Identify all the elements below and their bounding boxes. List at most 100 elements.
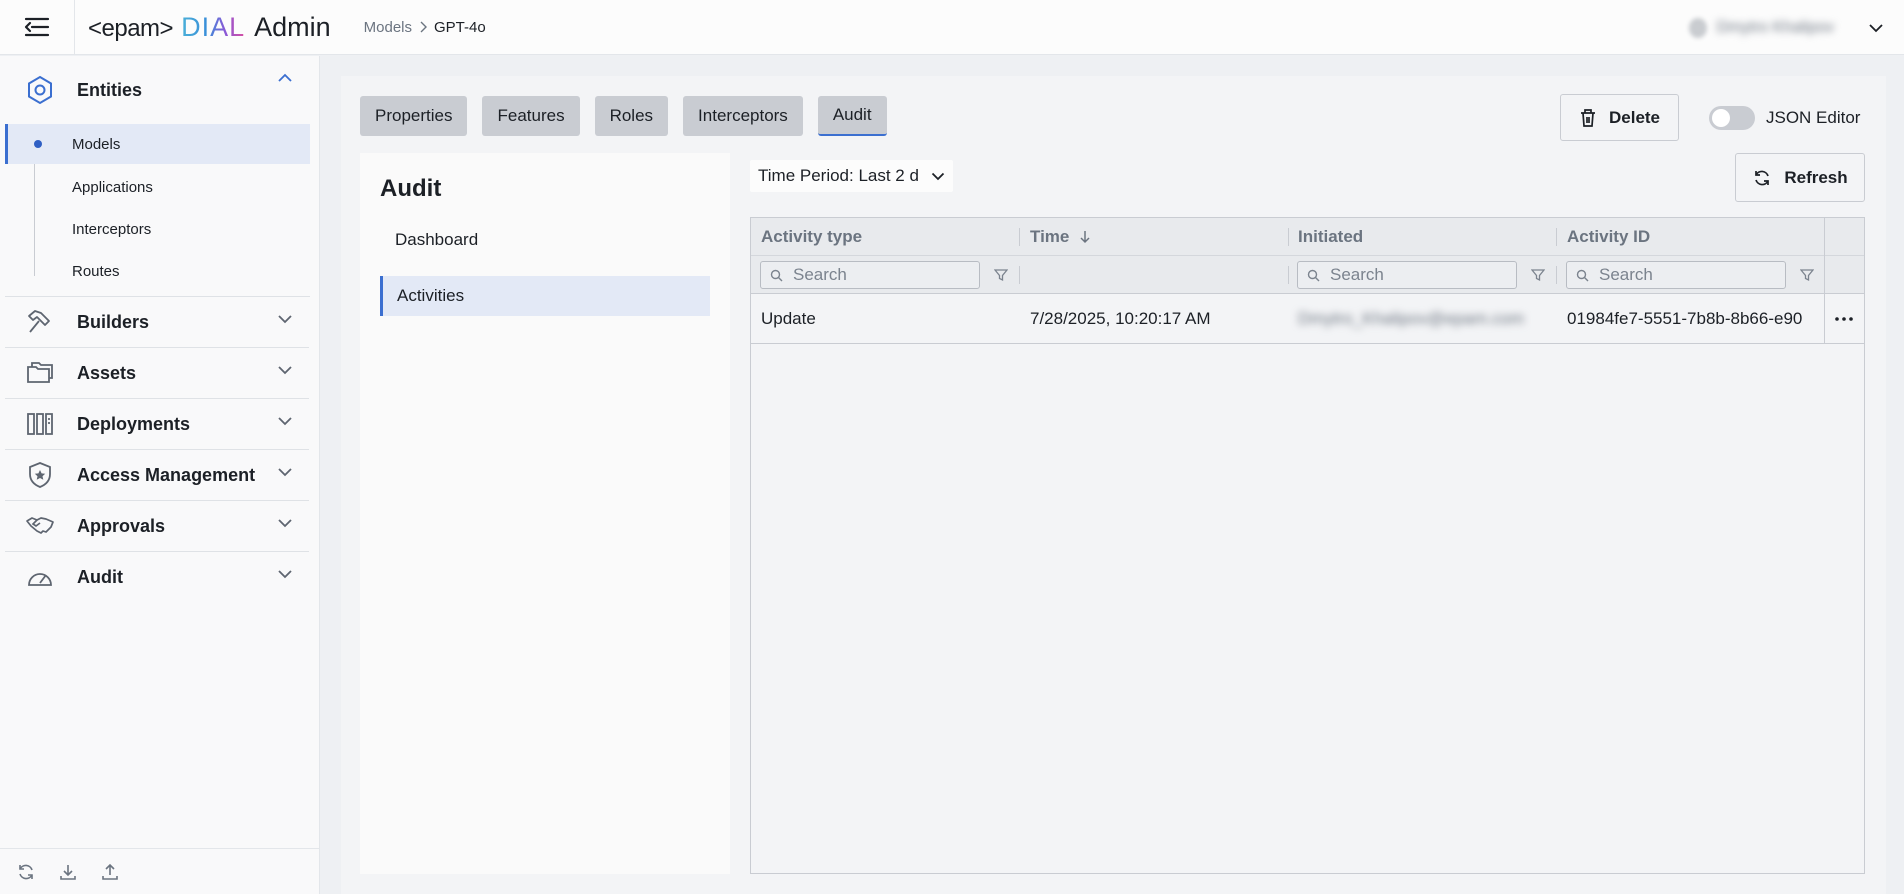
filter-icon[interactable]: [994, 268, 1008, 282]
column-header-time[interactable]: Time: [1030, 218, 1091, 256]
sidebar-section-label: Entities: [77, 79, 143, 100]
column-resize-handle[interactable]: [1288, 228, 1289, 246]
deployments-icon: [25, 409, 55, 439]
sidebar-section-approvals[interactable]: Approvals: [5, 501, 309, 552]
trash-icon: [1580, 108, 1595, 127]
sidebar-item-interceptors[interactable]: Interceptors: [5, 208, 310, 250]
column-divider: [1288, 266, 1289, 284]
menu-toggle-button[interactable]: [0, 0, 75, 55]
user-name: Dmytro Khalipov: [1716, 18, 1834, 36]
column-label: Activity type: [761, 227, 863, 246]
column-label: Time: [1030, 227, 1070, 246]
sidebar-section-access-management[interactable]: Access Management: [5, 450, 309, 501]
upload-icon[interactable]: [100, 862, 120, 882]
switch-knob: [1712, 109, 1730, 127]
chevron-down-icon: [278, 519, 292, 528]
chevron-down-icon: [931, 172, 945, 180]
active-dot-icon: [34, 140, 42, 148]
sidebar-item-label: Routes: [72, 262, 120, 280]
sidebar-section-assets[interactable]: Assets: [5, 348, 309, 399]
handshake-icon: [25, 511, 55, 541]
search-icon: [1576, 269, 1589, 281]
sidebar-section-audit[interactable]: Audit: [5, 552, 309, 603]
search-placeholder: Search: [1599, 265, 1653, 284]
sort-descending-icon: [1080, 231, 1090, 244]
column-divider: [1556, 266, 1557, 284]
chevron-down-icon: [278, 468, 292, 477]
tab-audit[interactable]: Audit: [817, 96, 887, 136]
column-label: Initiated: [1298, 227, 1364, 246]
sidebar-item-routes[interactable]: Routes: [5, 250, 310, 292]
chevron-down-icon: [278, 366, 292, 375]
initiated-search-input[interactable]: Search: [1297, 261, 1517, 289]
cell-activity-id: 01984fe7-5551-7b8b-8b66-e90: [1567, 309, 1803, 328]
audit-nav-activities[interactable]: Activities: [380, 276, 710, 316]
sidebar-section-label: Deployments: [77, 413, 191, 434]
hexagon-icon: [25, 75, 55, 105]
gauge-icon: [25, 563, 55, 593]
user-menu[interactable]: Dmytro Khalipov: [1688, 0, 1884, 55]
table-row[interactable]: Update 7/28/2025, 10:20:17 AM Dmytro_Kha…: [751, 294, 1864, 344]
activity-type-search-input[interactable]: Search: [760, 261, 980, 289]
table-filter-row: Search Search Search: [751, 256, 1864, 294]
sidebar-item-models[interactable]: Models: [5, 124, 310, 164]
column-resize-handle[interactable]: [1556, 228, 1557, 246]
delete-button[interactable]: Delete: [1560, 94, 1679, 141]
column-header-activity-type[interactable]: Activity type: [761, 218, 862, 256]
shield-star-icon: [25, 460, 55, 490]
reload-icon[interactable]: [16, 862, 36, 882]
refresh-icon: [1755, 170, 1770, 185]
app-logo[interactable]: <epam> DIAL Admin: [88, 12, 331, 43]
sidebar-section-label: Approvals: [77, 515, 166, 536]
column-divider: [1019, 266, 1020, 284]
breadcrumb-current: GPT-4o: [434, 18, 486, 36]
sidebar-section-builders[interactable]: Builders: [5, 297, 309, 348]
sidebar-section-label: Access Management: [77, 464, 256, 485]
breadcrumb: Models GPT-4o: [364, 19, 486, 36]
user-avatar-icon: [1688, 17, 1707, 38]
sidebar-section-entities[interactable]: Entities: [5, 56, 309, 124]
entity-tabs: Properties Features Roles Interceptors A…: [360, 96, 887, 136]
sidebar-item-applications[interactable]: Applications: [5, 166, 310, 208]
search-icon: [770, 269, 783, 281]
chevron-up-icon: [278, 73, 292, 82]
column-header-activity-id[interactable]: Activity ID: [1567, 218, 1650, 256]
sidebar-section-label: Audit: [77, 567, 123, 587]
main-content: Properties Features Roles Interceptors A…: [341, 76, 1886, 894]
sidebar-footer: [0, 848, 319, 894]
folders-icon: [25, 358, 55, 388]
tab-properties[interactable]: Properties: [360, 96, 468, 136]
chevron-right-icon: [420, 21, 427, 33]
column-header-initiated[interactable]: Initiated: [1298, 218, 1363, 256]
json-editor-switch[interactable]: [1709, 106, 1755, 130]
cell-activity-type: Update: [761, 309, 816, 328]
logo-admin: Admin: [254, 11, 331, 42]
audit-nav-dashboard[interactable]: Dashboard: [395, 230, 478, 250]
filter-icon[interactable]: [1800, 268, 1814, 282]
sidebar-section-label: Builders: [77, 311, 150, 332]
time-period-select[interactable]: Time Period: Last 2 d: [750, 160, 953, 192]
chevron-down-icon: [278, 315, 292, 324]
sidebar-section-deployments[interactable]: Deployments: [5, 399, 309, 450]
tab-interceptors[interactable]: Interceptors: [683, 96, 803, 136]
search-placeholder: Search: [793, 265, 847, 284]
json-editor-toggle[interactable]: JSON Editor: [1709, 106, 1860, 130]
download-icon[interactable]: [58, 862, 78, 882]
column-label: Activity ID: [1567, 227, 1651, 246]
cell-initiated: Dmytro_Khalipov@epam.com: [1298, 309, 1525, 328]
chevron-down-icon: [1869, 23, 1883, 32]
column-resize-handle[interactable]: [1019, 228, 1020, 246]
table-header: Activity type Time Initiated Activity ID: [751, 218, 1864, 256]
menu-collapse-icon: [24, 17, 50, 37]
sidebar-item-label: Interceptors: [72, 220, 152, 238]
tab-features[interactable]: Features: [482, 96, 580, 136]
activity-id-search-input[interactable]: Search: [1566, 261, 1786, 289]
audit-side-panel: Audit Dashboard Activities: [360, 153, 730, 874]
filter-icon[interactable]: [1531, 268, 1545, 282]
tab-roles[interactable]: Roles: [594, 96, 669, 136]
sidebar-section-label: Assets: [77, 362, 137, 383]
more-horizontal-icon: [1835, 317, 1853, 321]
refresh-button[interactable]: Refresh: [1735, 153, 1865, 202]
breadcrumb-models[interactable]: Models: [364, 19, 412, 36]
row-actions-button[interactable]: [1824, 294, 1864, 344]
